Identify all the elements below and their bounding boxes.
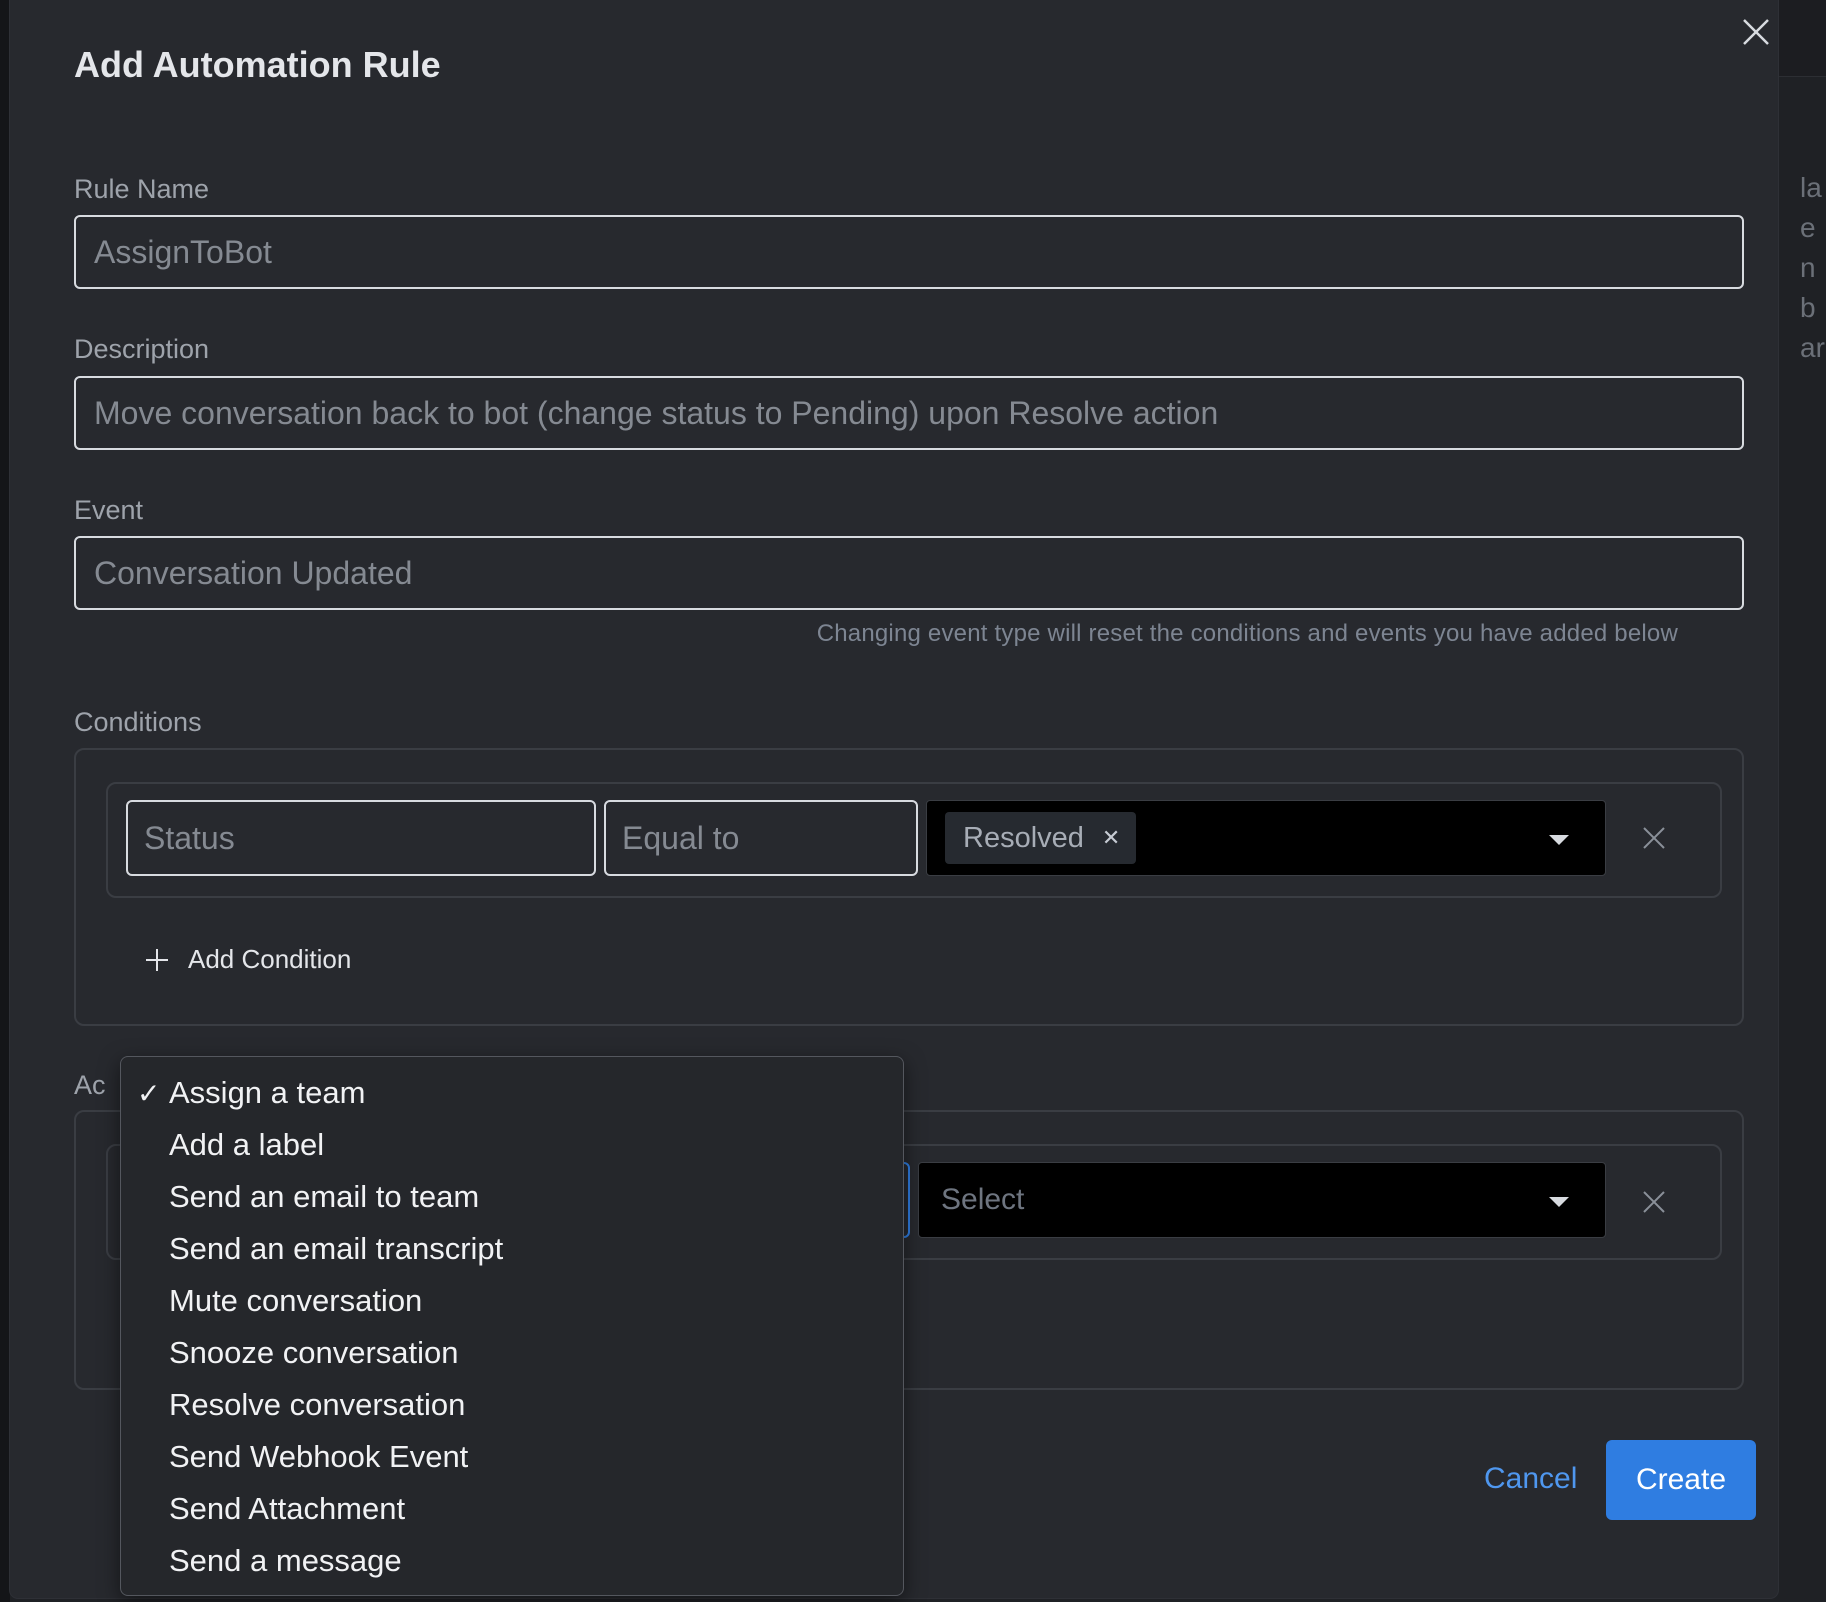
close-modal-button[interactable]	[1736, 12, 1776, 52]
close-icon	[1743, 19, 1769, 45]
option-label: Send an email transcript	[169, 1231, 504, 1266]
conditions-label: Conditions	[74, 707, 202, 737]
chevron-down-icon	[1549, 1197, 1569, 1207]
description-label: Description	[74, 334, 210, 364]
option-label: Snooze conversation	[169, 1335, 459, 1370]
description-input[interactable]: Move conversation back to bot (change st…	[74, 376, 1744, 450]
dropdown-option[interactable]: Resolve conversation	[121, 1379, 903, 1431]
action-value-placeholder: Select	[941, 1183, 1025, 1216]
condition-value-tag: Resolved ✕	[945, 812, 1137, 864]
automation-rule-modal: Add Automation Rule Rule Name AssignToBo…	[10, 0, 1778, 1598]
dropdown-option[interactable]: Add a label	[121, 1119, 903, 1171]
remove-tag-icon[interactable]: ✕	[1102, 825, 1120, 851]
action-value-select[interactable]: Select	[918, 1162, 1606, 1238]
option-label: Resolve conversation	[169, 1387, 466, 1422]
dropdown-option[interactable]: Send an email to team	[121, 1171, 903, 1223]
rule-name-input[interactable]: AssignToBot	[74, 215, 1744, 289]
option-label: Send Attachment	[169, 1491, 406, 1526]
dropdown-option[interactable]: Send Webhook Event	[121, 1431, 903, 1483]
background-text: e	[1800, 212, 1816, 243]
dropdown-option[interactable]: Snooze conversation	[121, 1327, 903, 1379]
modal-title: Add Automation Rule	[74, 44, 441, 85]
remove-action-button[interactable]	[1638, 1186, 1670, 1218]
option-label: Send a message	[169, 1543, 402, 1578]
condition-value-multiselect[interactable]: Resolved ✕	[926, 800, 1606, 876]
option-label: Add a label	[169, 1127, 325, 1162]
condition-operator-select[interactable]: Equal to	[604, 800, 918, 876]
check-icon: ✓	[137, 1078, 161, 1109]
event-select[interactable]: Conversation Updated	[74, 536, 1744, 610]
close-icon	[1643, 1191, 1665, 1213]
rule-name-label: Rule Name	[74, 174, 210, 204]
dropdown-option[interactable]: Send an email transcript	[121, 1223, 903, 1275]
dropdown-option[interactable]: Send Attachment	[121, 1483, 903, 1535]
background-text: n	[1800, 252, 1816, 283]
event-hint: Changing event type will reset the condi…	[816, 620, 1678, 647]
plus-icon	[146, 948, 168, 971]
dropdown-option[interactable]: Send a message	[121, 1535, 903, 1587]
background-text: b	[1800, 292, 1816, 323]
add-condition-label: Add Condition	[188, 944, 352, 974]
background-text: ar	[1800, 332, 1825, 363]
option-label: Mute conversation	[169, 1283, 423, 1318]
action-type-dropdown: ✓ Assign a team Add a label Send an email…	[120, 1056, 904, 1596]
option-label: Send an email to team	[169, 1179, 480, 1214]
option-label: Send Webhook Event	[169, 1439, 469, 1474]
actions-label: Ac	[74, 1070, 106, 1100]
dropdown-option[interactable]: ✓ Assign a team	[121, 1067, 903, 1119]
condition-value-tag-label: Resolved	[963, 821, 1084, 854]
dropdown-option[interactable]: Mute conversation	[121, 1275, 903, 1327]
create-button[interactable]: Create	[1606, 1440, 1756, 1520]
event-label: Event	[74, 495, 144, 525]
sidebar-backdrop	[0, 0, 10, 1602]
cancel-button[interactable]: Cancel	[1464, 1440, 1597, 1518]
background-text: la	[1800, 172, 1822, 203]
add-condition-button[interactable]: Add Condition	[144, 944, 351, 975]
option-label: Assign a team	[169, 1075, 366, 1110]
condition-attribute-select[interactable]: Status	[126, 800, 596, 876]
chevron-down-icon	[1549, 835, 1569, 845]
close-icon	[1643, 827, 1665, 849]
remove-condition-button[interactable]	[1638, 822, 1670, 854]
